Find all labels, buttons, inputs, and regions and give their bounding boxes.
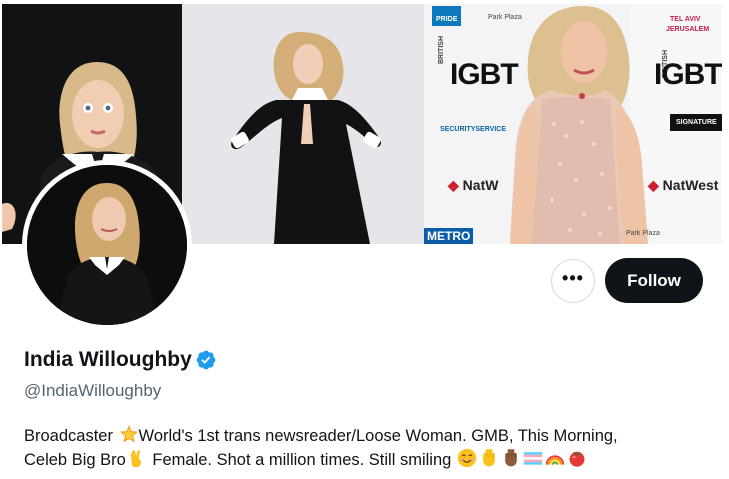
natwest-logo-2: ◆ NatWest [648, 177, 719, 193]
igbt-logo-1: IGBT [450, 58, 519, 91]
victory-hand-emoji-icon [130, 450, 141, 468]
bio-text-2b: Female. Shot a million times. Still smil… [147, 451, 456, 469]
follow-button[interactable]: Follow [605, 258, 703, 303]
igbt-logo-2: IGBT [654, 58, 722, 91]
bio-line-1: Broadcaster World's 1st trans newsreader… [24, 424, 714, 448]
banner-photo-3: PRIDE Park Plaza TEL AVIV JERUSALEM BRIT… [424, 4, 722, 244]
banner-photo-2-figure [182, 4, 424, 244]
park-plaza-logo-text-2: Park Plaza [626, 230, 660, 237]
display-name-row: India Willoughby [24, 348, 217, 372]
transgender-flag-emoji-icon [523, 452, 543, 465]
avatar-photo [27, 165, 187, 325]
bio-text-2a: Celeb Big Bro [24, 451, 126, 469]
bio-text-1b: World's 1st trans newsreader/Loose Woman… [138, 427, 618, 445]
user-handle: @IndiaWilloughby [24, 381, 162, 400]
security-service-text: SECURITYSERVICE [440, 126, 506, 133]
jerusalem-text: JERUSALEM [666, 26, 710, 33]
signature-logo: SIGNATURE [670, 114, 722, 131]
mtv-pride-logo: PRIDE [432, 6, 462, 26]
natwest-logo-1: ◆ NatW [448, 177, 499, 193]
verified-badge-icon[interactable] [195, 349, 217, 371]
profile-card: PRIDE Park Plaza TEL AVIV JERUSALEM BRIT… [0, 0, 729, 479]
brown-raised-fist-emoji-icon [505, 449, 517, 467]
tomato-emoji-icon [569, 451, 585, 467]
tel-aviv-text: TEL AVIV [670, 16, 701, 23]
profile-bio: Broadcaster World's 1st trans newsreader… [24, 424, 714, 472]
avatar-figure [27, 165, 187, 325]
raised-fist-emoji-icon [483, 449, 495, 467]
bio-line-2: Celeb Big Bro Female. Shot a million tim… [24, 448, 714, 472]
more-options-button[interactable]: ••• [551, 259, 595, 303]
bio-text-1a: Broadcaster [24, 427, 118, 445]
star-emoji-icon [119, 424, 138, 443]
banner-photo-2 [182, 4, 424, 244]
smiling-face-emoji-icon [457, 448, 477, 468]
metro-logo: METRO [424, 228, 474, 244]
avatar[interactable] [22, 160, 192, 330]
rainbow-emoji-icon [545, 455, 565, 465]
display-name: India Willoughby [24, 348, 192, 371]
park-plaza-logo-text: Park Plaza [488, 14, 522, 21]
british-label-1: BRITISH [438, 36, 445, 64]
more-options-icon: ••• [562, 268, 584, 288]
